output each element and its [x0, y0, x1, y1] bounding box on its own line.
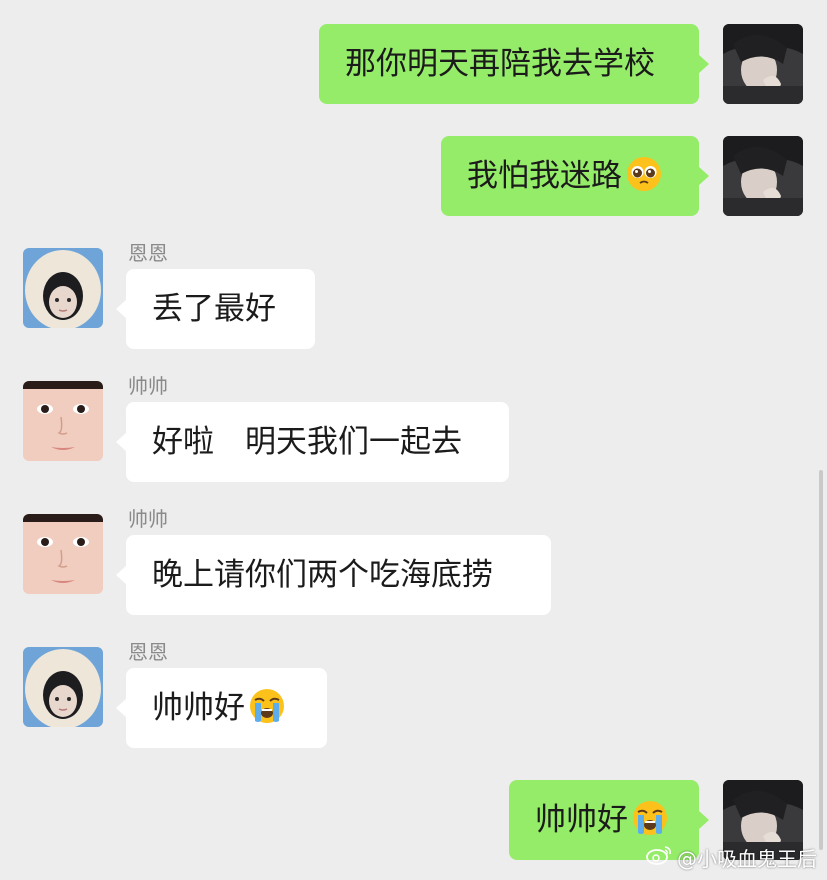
loudly-crying-face-icon [249, 688, 285, 724]
incoming-message-bubble[interactable]: 好啦 明天我们一起去 [116, 402, 509, 482]
message-text: 丢了最好 [152, 291, 276, 327]
sender-name: 恩恩 [128, 640, 168, 664]
message-text: 好啦 明天我们一起去 [152, 424, 462, 460]
sender-name: 帅帅 [128, 374, 168, 398]
message-text: 帅帅好 [152, 690, 245, 726]
message-text: 那你明天再陪我去学校 [345, 46, 655, 82]
scrollbar[interactable] [819, 470, 823, 850]
contact-avatar[interactable] [23, 248, 103, 328]
loudly-crying-face-icon [632, 800, 668, 836]
message-text: 我怕我迷路 [467, 158, 622, 194]
incoming-message-bubble[interactable]: 晚上请你们两个吃海底捞 [116, 535, 551, 615]
contact-avatar[interactable] [23, 381, 103, 461]
contact-avatar[interactable] [23, 514, 103, 594]
my-avatar[interactable] [723, 136, 803, 216]
watermark-text: @小吸血鬼王后 [677, 847, 817, 871]
sender-name: 恩恩 [128, 241, 168, 265]
pleading-face-icon [626, 156, 662, 192]
outgoing-message-bubble[interactable]: 我怕我迷路 [441, 136, 709, 216]
outgoing-message-bubble[interactable]: 那你明天再陪我去学校 [319, 24, 709, 104]
my-avatar[interactable] [723, 24, 803, 104]
message-text: 晚上请你们两个吃海底捞 [152, 557, 493, 593]
message-text: 帅帅好 [535, 802, 628, 838]
sender-name: 帅帅 [128, 507, 168, 531]
watermark: @小吸血鬼王后 [645, 843, 817, 872]
contact-avatar[interactable] [23, 647, 103, 727]
incoming-message-bubble[interactable]: 丢了最好 [116, 269, 315, 349]
weibo-logo-icon [645, 844, 673, 871]
incoming-message-bubble[interactable]: 帅帅好 [116, 668, 327, 748]
